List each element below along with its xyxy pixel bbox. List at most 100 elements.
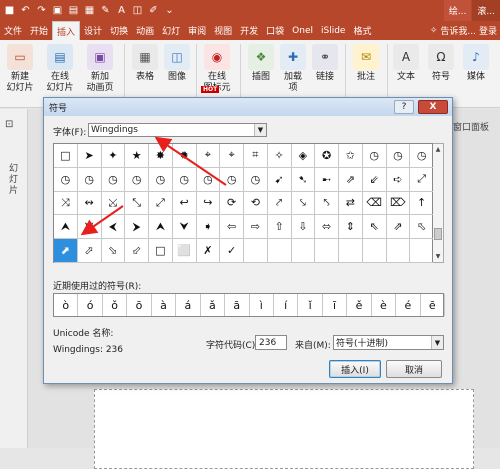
tab-file[interactable]: 文件 — [0, 21, 26, 40]
symbol-cell[interactable]: ➹ — [267, 167, 292, 192]
symbol-cell[interactable]: ◷ — [386, 144, 411, 168]
symbol-cell[interactable]: ➪ — [386, 167, 411, 192]
symbol-cell[interactable]: □ — [149, 239, 173, 263]
symbol-cell-selected[interactable]: ⬈ — [54, 239, 78, 263]
symbol-cell[interactable]: ➸ — [315, 167, 339, 192]
symbol-cell[interactable]: ⤡ — [125, 191, 149, 216]
symbol-cell[interactable]: ⮜ — [101, 215, 126, 240]
symbol-cell[interactable]: ⬜ — [172, 239, 197, 263]
symbol-cell[interactable]: ◷ — [125, 167, 149, 192]
tab-insert[interactable]: 插入 — [52, 21, 81, 40]
scroll-thumb[interactable] — [434, 228, 442, 240]
symbol-cell[interactable]: ⇕ — [339, 215, 363, 240]
tab-review[interactable]: 审阅 — [184, 21, 210, 40]
symbol-cell[interactable]: ⬀ — [77, 239, 102, 263]
slides-icon[interactable]: ▤ — [66, 3, 81, 18]
symbol-cell[interactable]: ⇖ — [362, 215, 387, 240]
symbol-cell[interactable]: ✪ — [315, 144, 339, 168]
symbol-cell[interactable]: ⬄ — [315, 215, 339, 240]
font-combobox[interactable]: Wingdings ▼ — [88, 123, 267, 137]
tab-draw-context[interactable]: 绘... — [443, 0, 472, 21]
recent-symbol-cell[interactable]: ó — [78, 294, 103, 316]
symbol-cell[interactable] — [291, 239, 316, 263]
close-button[interactable]: X — [418, 100, 448, 114]
symbol-cell[interactable]: ➧ — [196, 215, 221, 240]
symbol-cell[interactable]: ⬁ — [410, 215, 434, 240]
symbol-cell[interactable]: ⇩ — [291, 215, 316, 240]
charcode-input[interactable]: 236 — [255, 335, 287, 350]
symbol-cell[interactable]: ⮞ — [125, 215, 149, 240]
symbol-cell[interactable]: ⌖ — [196, 144, 221, 168]
help-button[interactable]: ? — [394, 100, 414, 114]
symbol-cell[interactable]: ⤩ — [101, 191, 126, 216]
symbol-cell[interactable]: ⌦ — [386, 191, 411, 216]
symbol-cell[interactable] — [362, 239, 387, 263]
tab-slide-context[interactable]: 滚... — [472, 0, 500, 21]
tab-animations[interactable]: 动画 — [132, 21, 158, 40]
font-color-icon[interactable]: A — [114, 3, 129, 18]
symbol-cell[interactable]: ✧ — [267, 144, 292, 168]
recent-symbol-cell[interactable]: ī — [323, 294, 348, 316]
chevron-down-icon[interactable]: ▼ — [431, 336, 443, 349]
recent-symbol-cell[interactable]: á — [176, 294, 201, 316]
start-icon[interactable]: ▣ — [50, 3, 65, 18]
symbol-cell[interactable]: ✩ — [339, 144, 363, 168]
symbol-cell[interactable]: ⇙ — [362, 167, 387, 192]
insert-button[interactable]: 插入(I) — [329, 360, 381, 378]
symbol-cell[interactable]: ↪ — [196, 191, 221, 216]
symbol-cell[interactable]: ◷ — [172, 167, 197, 192]
symbol-cell[interactable] — [267, 239, 292, 263]
tab-developer[interactable]: 开发 — [236, 21, 262, 40]
symbol-cell[interactable]: ◷ — [196, 167, 221, 192]
symbol-cell[interactable]: ◷ — [220, 167, 244, 192]
recent-symbol-cell[interactable]: ǎ — [201, 294, 226, 316]
tab-onekey[interactable]: Onel — [288, 21, 317, 40]
tab-view[interactable]: 视图 — [210, 21, 236, 40]
recent-symbol-cell[interactable]: ě — [347, 294, 372, 316]
symbol-cell[interactable]: ⤥ — [291, 191, 316, 216]
tab-home[interactable]: 开始 — [26, 21, 52, 40]
login-link[interactable]: 登录 — [479, 24, 497, 37]
tab-pocket[interactable]: 口袋 — [262, 21, 288, 40]
symbol-cell[interactable]: ◈ — [291, 144, 316, 168]
brush-icon[interactable]: ✎ — [98, 3, 113, 18]
redo-icon[interactable]: ↷ — [34, 3, 49, 18]
symbol-cell[interactable]: ⤣ — [315, 191, 339, 216]
save-icon[interactable]: ■ — [2, 3, 17, 18]
symbol-cell[interactable]: ✸ — [149, 144, 173, 168]
tab-islide[interactable]: iSlide — [317, 21, 349, 40]
symbol-cell[interactable]: ⟲ — [244, 191, 268, 216]
symbol-cell[interactable]: ⟳ — [220, 191, 244, 216]
symbol-cell[interactable]: ✹ — [172, 144, 197, 168]
symbol-cell[interactable]: ◷ — [54, 167, 78, 192]
symbol-cell[interactable]: ⌖ — [220, 144, 244, 168]
cancel-button[interactable]: 取消 — [386, 360, 442, 378]
symbol-cell[interactable]: ✗ — [196, 239, 221, 263]
symbol-cell[interactable] — [244, 239, 268, 263]
symbol-cell[interactable]: ↭ — [77, 191, 102, 216]
recent-symbol-cell[interactable]: ò — [54, 294, 79, 316]
symbol-cell[interactable]: ⇗ — [386, 215, 411, 240]
symbol-cell[interactable]: ⮝ — [54, 215, 78, 240]
tab-design[interactable]: 设计 — [80, 21, 106, 40]
symbol-cell[interactable] — [339, 239, 363, 263]
symbol-cell[interactable]: ★ — [125, 144, 149, 168]
paste-icon[interactable]: ▦ — [82, 3, 97, 18]
symbol-cell[interactable] — [410, 239, 434, 263]
symbol-cell[interactable]: ⮝ — [149, 215, 173, 240]
symbol-cell[interactable]: ➷ — [291, 167, 316, 192]
symbol-cell[interactable]: ⤤ — [267, 191, 292, 216]
recent-symbol-cell[interactable]: ǒ — [103, 294, 128, 316]
recent-symbol-cell[interactable]: ā — [225, 294, 250, 316]
dialog-titlebar[interactable]: 符号 — [44, 98, 452, 116]
more-icon[interactable]: ⌄ — [162, 3, 177, 18]
symbol-cell[interactable]: ⤢ — [410, 167, 434, 192]
symbol-cell[interactable]: ◷ — [149, 167, 173, 192]
symbol-cell[interactable] — [386, 239, 411, 263]
recent-symbol-cell[interactable]: à — [152, 294, 177, 316]
slide-canvas[interactable] — [94, 389, 474, 469]
pane-collapse-icon[interactable]: ⊡ — [5, 119, 13, 130]
symbol-cell[interactable]: ◷ — [101, 167, 126, 192]
symbol-cell[interactable]: ✓ — [220, 239, 244, 263]
symbol-cell[interactable]: ➤ — [77, 144, 102, 168]
